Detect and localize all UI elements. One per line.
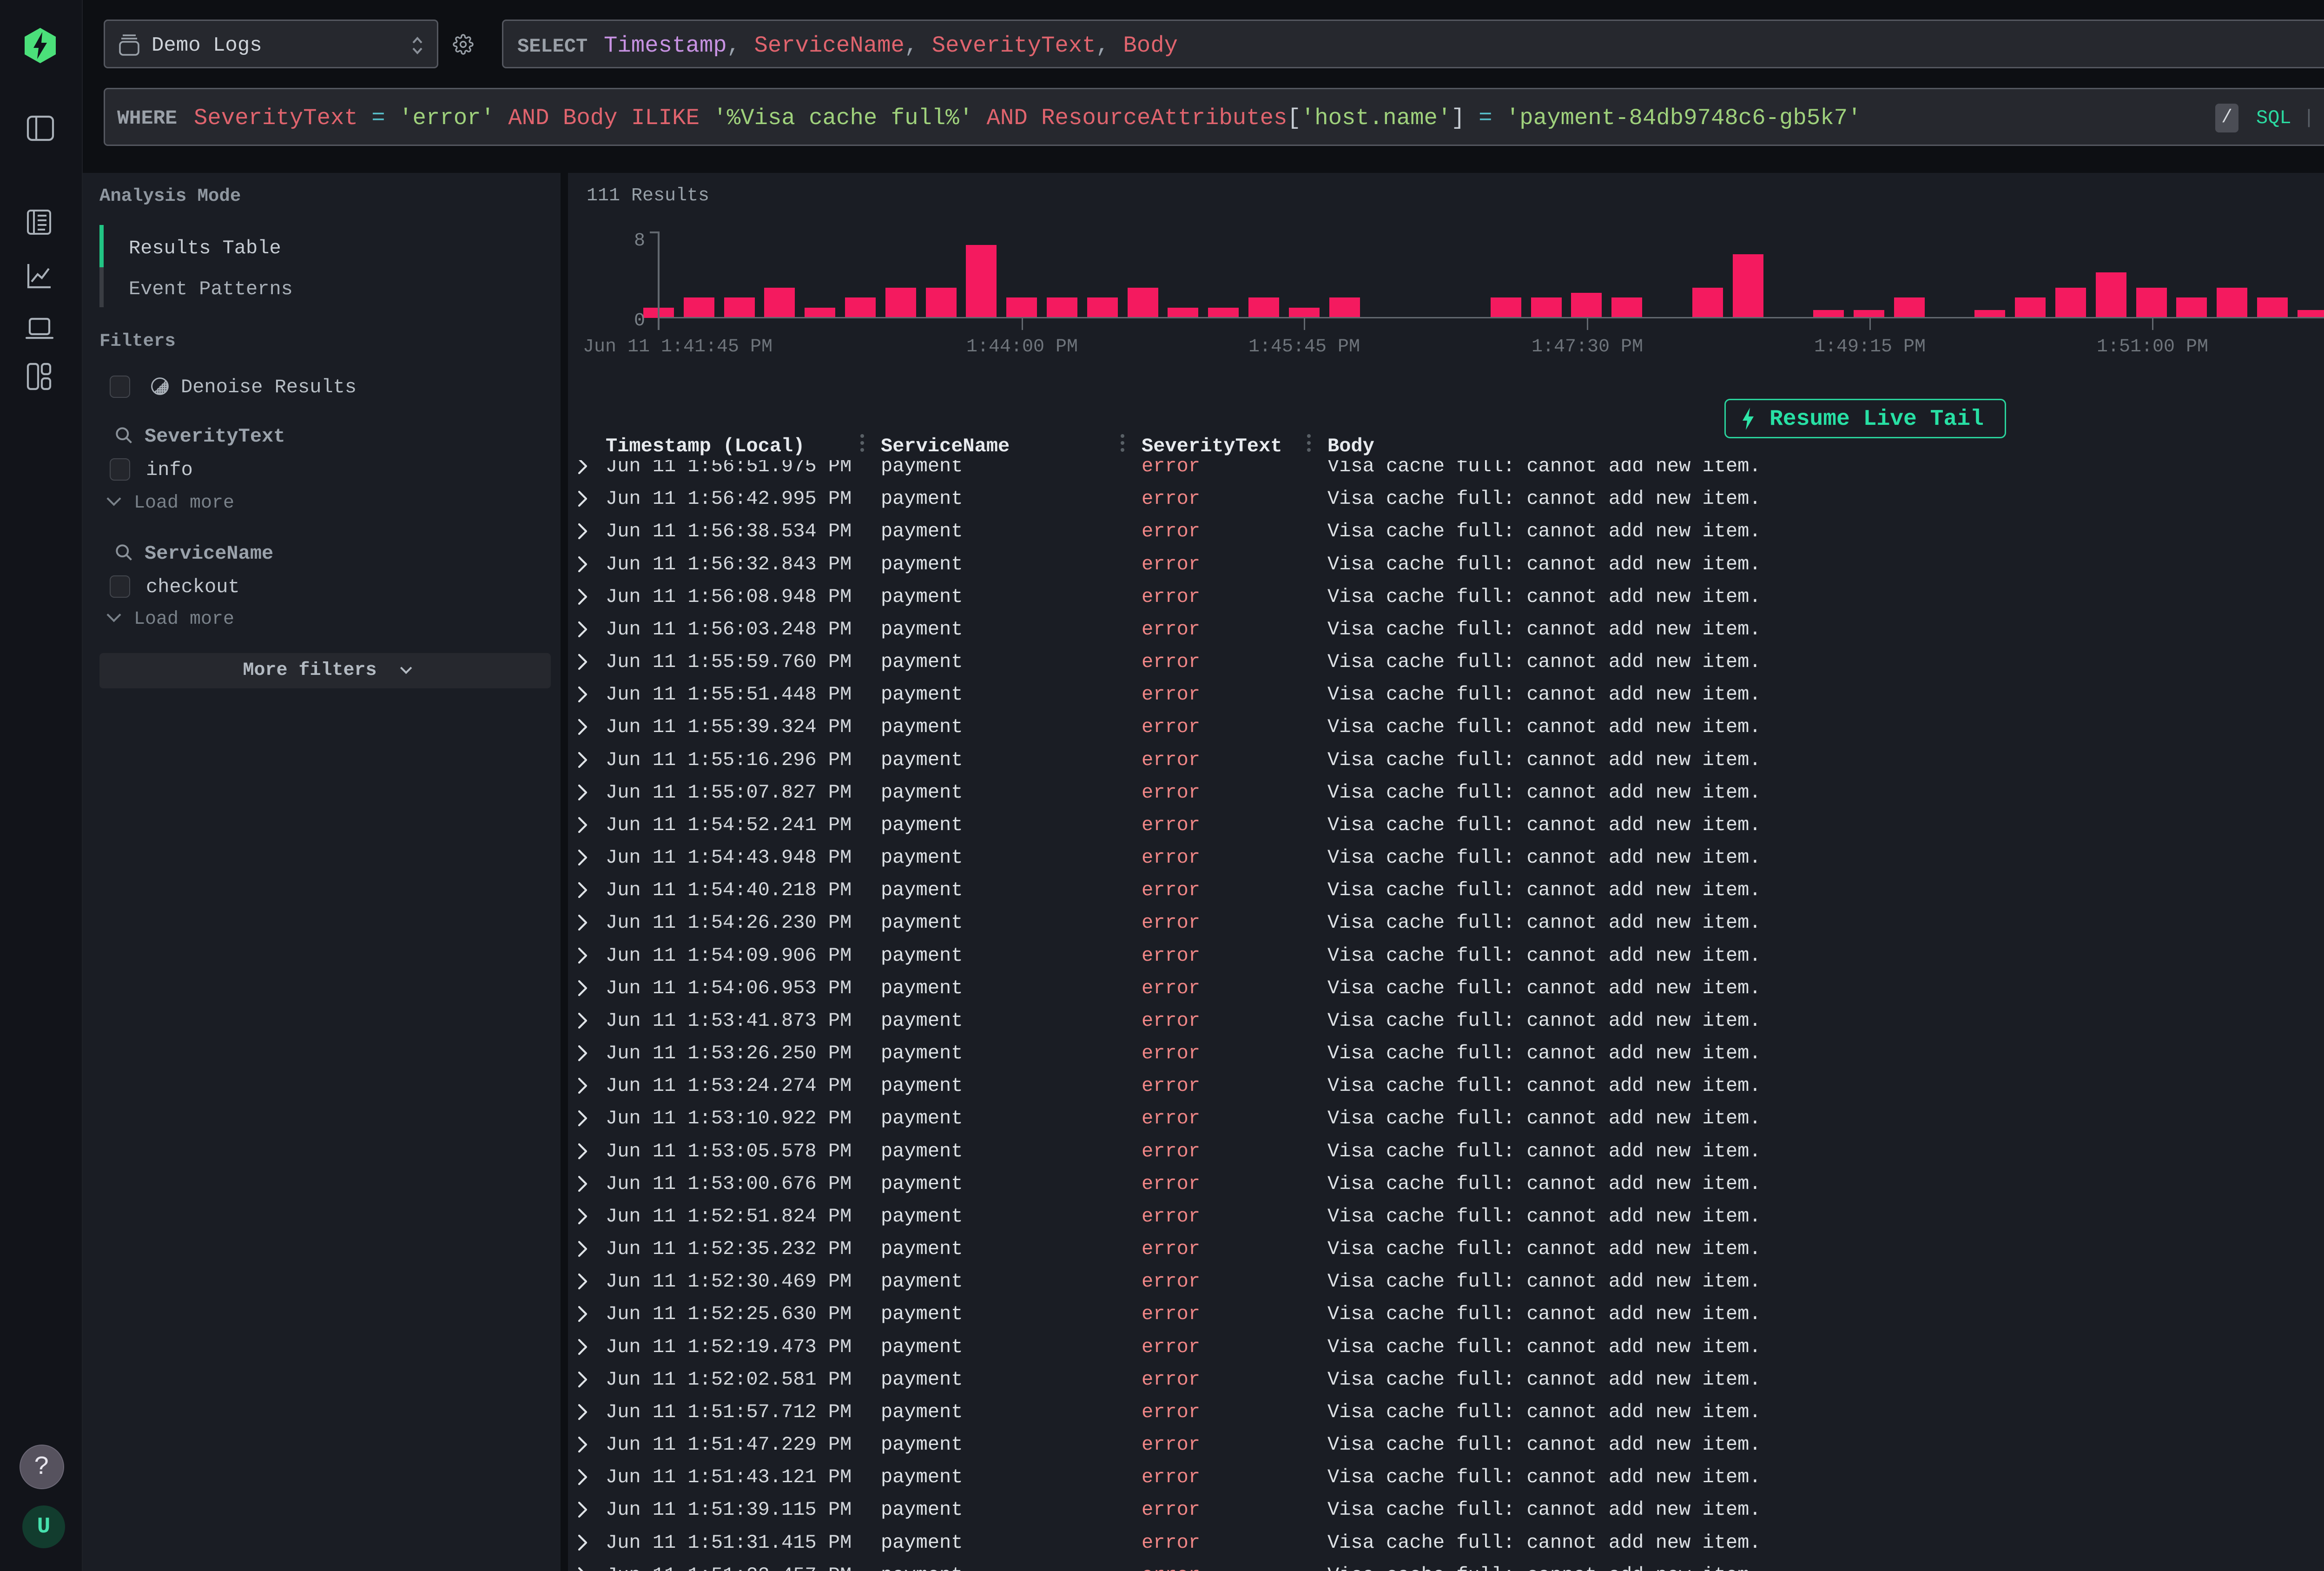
svg-text:8: 8 [634, 231, 645, 251]
svg-text:0: 0 [634, 310, 645, 331]
